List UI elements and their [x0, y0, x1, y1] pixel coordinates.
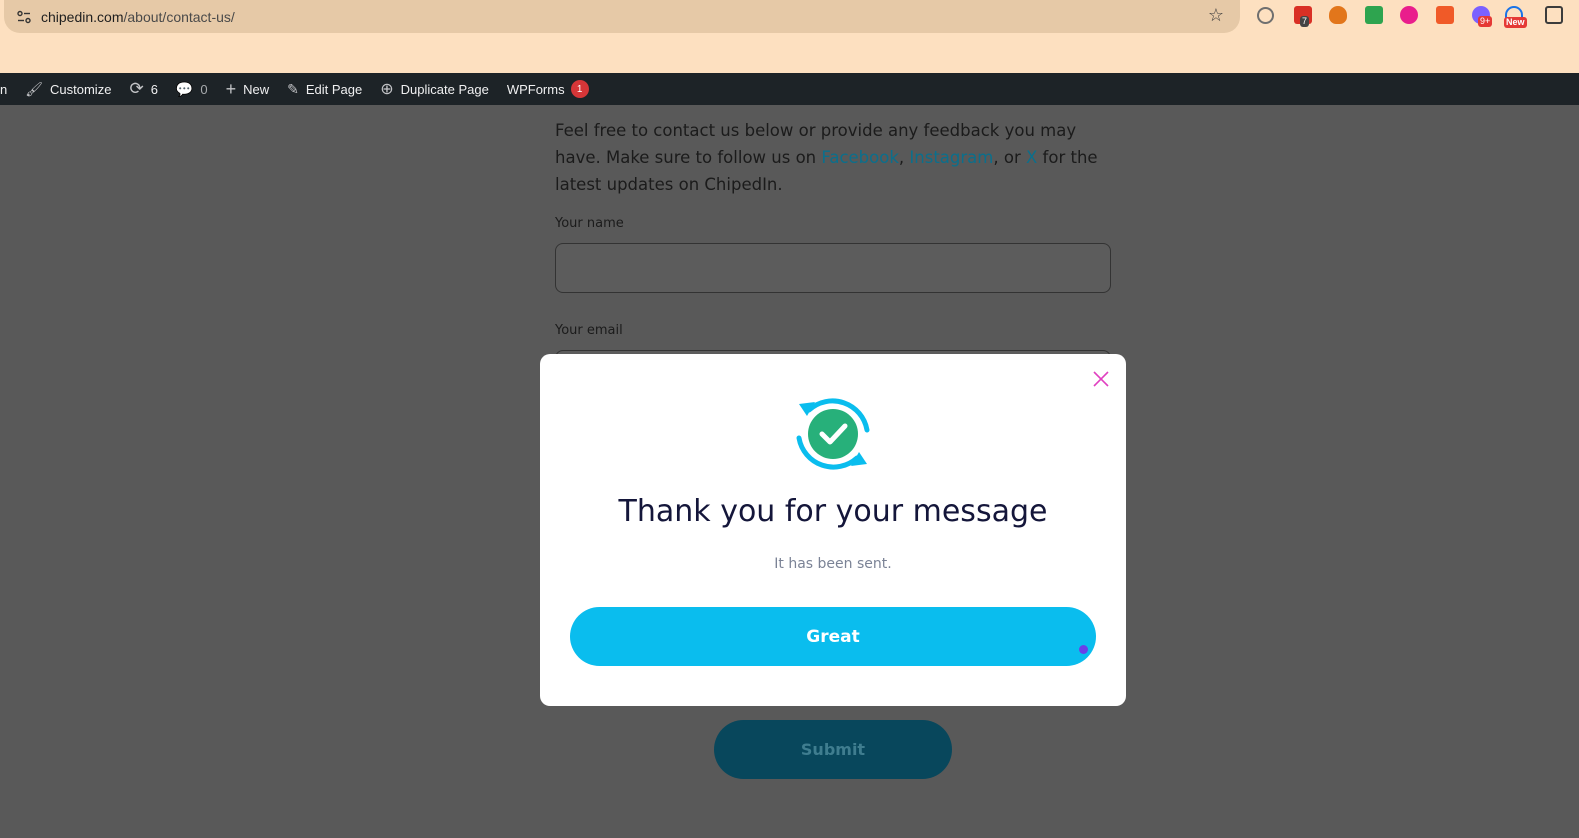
modal-title: Thank you for your message — [618, 494, 1048, 529]
wp-admin-bar: n 🖌 Customize ⟳ 6 💬 0 + New ✎ Edit Page ⊕ Dupl… — [0, 73, 1579, 105]
brush-icon: 🖌 — [25, 80, 44, 97]
success-check-icon — [796, 398, 870, 470]
wpforms-link[interactable]: WPForms 1 — [498, 73, 598, 105]
success-modal: Thank you for your message It has been s… — [540, 354, 1126, 706]
edit-page-link[interactable]: ✎ Edit Page — [278, 73, 371, 105]
instagram-link[interactable]: Instagram — [909, 148, 993, 167]
email-field-label: Your email — [555, 323, 623, 338]
new-extension-icon[interactable]: New — [1504, 6, 1527, 28]
edit-page-label: Edit Page — [305, 81, 363, 97]
green-extension-icon[interactable] — [1365, 6, 1383, 24]
truncated-label: n — [0, 81, 8, 97]
comment-icon: 💬 — [175, 80, 194, 97]
plus-icon: + — [225, 78, 237, 99]
separator-2: , or — [993, 148, 1026, 167]
calendar-badge: 7 — [1300, 16, 1310, 27]
updates-link[interactable]: ⟳ 6 — [120, 73, 166, 105]
modal-subtitle: It has been sent. — [774, 556, 892, 572]
colorful-extension-icon[interactable]: 9+ — [1472, 6, 1493, 27]
name-field-label: Your name — [555, 216, 624, 231]
plus-circle-icon: ⊕ — [380, 81, 394, 98]
orange-extension-icon[interactable] — [1436, 6, 1454, 24]
submit-button[interactable]: Submit — [714, 720, 952, 779]
duplicate-page-label: Duplicate Page — [400, 81, 489, 97]
name-input[interactable] — [555, 243, 1111, 293]
close-icon[interactable] — [1090, 368, 1112, 390]
admin-bar-truncated-item[interactable]: n — [0, 73, 16, 105]
metamask-icon[interactable] — [1329, 6, 1347, 24]
url-text[interactable]: chipedin.com/about/contact-us/ — [41, 9, 235, 25]
address-bar[interactable]: chipedin.com/about/contact-us/ ☆ — [4, 0, 1240, 33]
url-path: /about/contact-us/ — [123, 8, 235, 25]
pencil-icon: ✎ — [287, 80, 299, 97]
colorful-badge: 9+ — [1478, 16, 1493, 27]
great-button-label: Great — [806, 626, 860, 647]
comments-link[interactable]: 💬 0 — [167, 73, 217, 105]
updates-icon: ⟳ — [129, 79, 144, 98]
customize-label: Customize — [50, 81, 112, 97]
great-button[interactable]: Great — [570, 607, 1096, 666]
pink-extension-icon[interactable] — [1400, 6, 1418, 24]
browser-toolbar: chipedin.com/about/contact-us/ ☆ 7 9+ Ne… — [0, 0, 1579, 73]
site-info-icon[interactable] — [16, 9, 32, 25]
url-domain: chipedin.com — [41, 8, 124, 25]
facebook-link[interactable]: Facebook — [821, 148, 899, 167]
x-link[interactable]: X — [1026, 148, 1037, 167]
wpforms-count-badge: 1 — [570, 80, 589, 98]
comments-count: 0 — [200, 81, 208, 97]
calendar-extension-icon[interactable]: 7 — [1294, 6, 1312, 27]
new-content-link[interactable]: + New — [217, 73, 279, 105]
customize-link[interactable]: 🖌 Customize — [16, 73, 120, 105]
grammarly-icon[interactable] — [1257, 7, 1274, 24]
intro-text: Feel free to contact us below or provide… — [555, 117, 1111, 198]
separator-1: , — [898, 148, 910, 167]
extensions-puzzle-icon[interactable] — [1545, 6, 1563, 24]
duplicate-page-link[interactable]: ⊕ Duplicate Page — [371, 73, 498, 105]
wpforms-label: WPForms — [506, 81, 565, 97]
updates-count: 6 — [150, 81, 158, 97]
new-badge: New — [1504, 17, 1527, 28]
cursor-indicator — [1079, 645, 1088, 654]
bookmark-star-icon[interactable]: ☆ — [1208, 7, 1224, 25]
new-label: New — [243, 81, 270, 97]
